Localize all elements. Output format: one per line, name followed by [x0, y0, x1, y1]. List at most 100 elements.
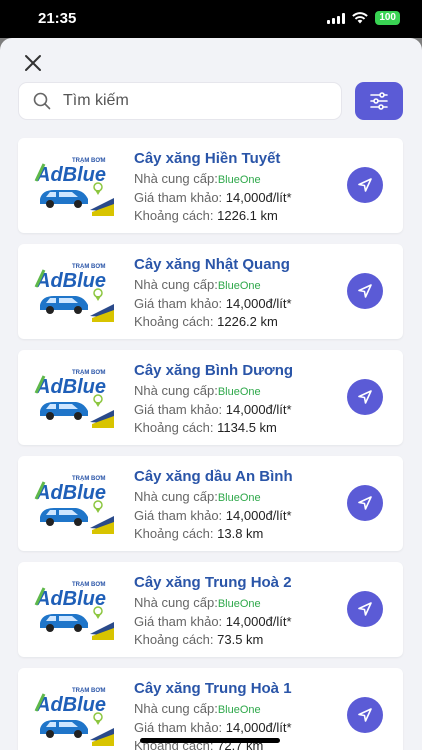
station-card[interactable]: TRẠM BƠM AdBlue Cây xăng Hiền Tuyết Nhà …: [18, 138, 403, 233]
distance-value: 1134.5 km: [217, 420, 277, 435]
adblue-logo: TRẠM BƠM AdBlue: [32, 366, 118, 430]
supplier-value: BlueOne: [217, 704, 261, 716]
price-value: 14,000đ/lít*: [225, 614, 292, 629]
cellular-signal-icon: [327, 12, 346, 24]
price-value: 14,000đ/lít*: [225, 508, 292, 523]
distance-row: Khoảng cách: 13.8 km: [134, 525, 293, 543]
station-name: Cây xăng Bình Dương: [134, 362, 294, 379]
supplier-row: Nhà cung cấp:BlueOne: [134, 170, 292, 189]
supplier-value: BlueOne: [217, 492, 261, 504]
distance-label: Khoảng cách:: [134, 526, 214, 541]
price-label: Giá tham khảo:: [134, 614, 223, 629]
supplier-label: Nhà cung cấp:: [134, 171, 218, 186]
adblue-logo: TRẠM BƠM AdBlue: [32, 260, 118, 324]
supplier-label: Nhà cung cấp:: [134, 277, 218, 292]
close-icon: [25, 55, 41, 71]
price-label: Giá tham khảo:: [134, 720, 223, 735]
supplier-value: BlueOne: [217, 598, 261, 610]
directions-button[interactable]: [347, 379, 383, 415]
logo-brand-text: AdBlue: [35, 694, 106, 716]
supplier-row: Nhà cung cấp:BlueOne: [134, 488, 293, 507]
directions-button[interactable]: [347, 591, 383, 627]
distance-row: Khoảng cách: 1226.1 km: [134, 207, 292, 225]
wifi-icon: [352, 12, 369, 24]
filter-button[interactable]: [355, 82, 403, 120]
directions-button[interactable]: [347, 485, 383, 521]
logo-brand-text: AdBlue: [35, 482, 106, 504]
price-row: Giá tham khảo: 14,000đ/lít*: [134, 295, 292, 313]
directions-button[interactable]: [347, 697, 383, 733]
station-name: Cây xăng Hiền Tuyết: [134, 150, 281, 167]
distance-value: 73.5 km: [217, 632, 264, 647]
station-card[interactable]: TRẠM BƠM AdBlue Cây xăng Bình Dương Nhà …: [18, 350, 403, 445]
distance-row: Khoảng cách: 1134.5 km: [134, 419, 293, 437]
logo-brand-text: AdBlue: [35, 588, 106, 610]
distance-row: Khoảng cách: 1226.2 km: [134, 313, 292, 331]
price-value: 14,000đ/lít*: [225, 402, 292, 417]
close-button[interactable]: [22, 52, 44, 74]
directions-button[interactable]: [347, 273, 383, 309]
station-card[interactable]: TRẠM BƠM AdBlue Cây xăng dầu An Bình Nhà…: [18, 456, 403, 551]
adblue-logo: TRẠM BƠM AdBlue: [32, 684, 118, 748]
logo-brand-text: AdBlue: [35, 270, 106, 292]
price-row: Giá tham khảo: 14,000đ/lít*: [134, 613, 292, 631]
navigation-arrow-icon: [358, 708, 372, 722]
search-icon: [33, 92, 51, 110]
station-info: Cây xăng Bình Dương Nhà cung cấp:BlueOne…: [134, 362, 293, 437]
distance-label: Khoảng cách:: [134, 420, 214, 435]
logo-brand-text: AdBlue: [35, 164, 106, 186]
price-value: 14,000đ/lít*: [225, 296, 292, 311]
station-list-sheet: TRẠM BƠM AdBlue Cây xăng Hiền Tuyết Nhà …: [0, 38, 422, 750]
station-info: Cây xăng Nhật Quang Nhà cung cấp:BlueOne…: [134, 256, 292, 331]
supplier-row: Nhà cung cấp:BlueOne: [134, 276, 292, 295]
navigation-arrow-icon: [358, 602, 372, 616]
supplier-label: Nhà cung cấp:: [134, 383, 218, 398]
logo-brand-text: AdBlue: [35, 376, 106, 398]
station-card[interactable]: TRẠM BƠM AdBlue Cây xăng Nhật Quang Nhà …: [18, 244, 403, 339]
supplier-value: BlueOne: [217, 386, 261, 398]
supplier-row: Nhà cung cấp:BlueOne: [134, 382, 293, 401]
home-indicator: [140, 738, 280, 743]
supplier-label: Nhà cung cấp:: [134, 489, 218, 504]
price-label: Giá tham khảo:: [134, 296, 223, 311]
distance-label: Khoảng cách:: [134, 314, 214, 329]
directions-button[interactable]: [347, 167, 383, 203]
search-input[interactable]: [61, 91, 315, 111]
search-bar[interactable]: [18, 82, 342, 120]
status-time: 21:35: [38, 10, 77, 27]
distance-label: Khoảng cách:: [134, 632, 214, 647]
station-info: Cây xăng Hiền Tuyết Nhà cung cấp:BlueOne…: [134, 150, 292, 225]
battery-icon: 100: [375, 11, 400, 25]
price-row: Giá tham khảo: 14,000đ/lít*: [134, 189, 292, 207]
navigation-arrow-icon: [358, 496, 372, 510]
price-label: Giá tham khảo:: [134, 190, 223, 205]
filter-sliders-icon: [370, 92, 388, 110]
distance-row: Khoảng cách: 73.5 km: [134, 631, 292, 649]
distance-value: 1226.2 km: [217, 314, 278, 329]
price-value: 14,000đ/lít*: [225, 720, 292, 735]
price-row: Giá tham khảo: 14,000đ/lít*: [134, 401, 293, 419]
station-list: TRẠM BƠM AdBlue Cây xăng Hiền Tuyết Nhà …: [18, 138, 403, 750]
navigation-arrow-icon: [358, 178, 372, 192]
station-info: Cây xăng dầu An Bình Nhà cung cấp:BlueOn…: [134, 468, 293, 543]
station-name: Cây xăng Trung Hoà 2: [134, 574, 292, 591]
adblue-logo: TRẠM BƠM AdBlue: [32, 472, 118, 536]
station-name: Cây xăng dầu An Bình: [134, 468, 293, 485]
price-label: Giá tham khảo:: [134, 508, 223, 523]
adblue-logo: TRẠM BƠM AdBlue: [32, 578, 118, 642]
station-name: Cây xăng Nhật Quang: [134, 256, 290, 273]
price-label: Giá tham khảo:: [134, 402, 223, 417]
navigation-arrow-icon: [358, 390, 372, 404]
distance-label: Khoảng cách:: [134, 208, 214, 223]
supplier-label: Nhà cung cấp:: [134, 595, 218, 610]
supplier-value: BlueOne: [217, 280, 261, 292]
navigation-arrow-icon: [358, 284, 372, 298]
station-card[interactable]: TRẠM BƠM AdBlue Cây xăng Trung Hoà 2 Nhà…: [18, 562, 403, 657]
supplier-row: Nhà cung cấp:BlueOne: [134, 594, 292, 613]
price-row: Giá tham khảo: 14,000đ/lít*: [134, 719, 292, 737]
station-name: Cây xăng Trung Hoà 1: [134, 680, 292, 697]
price-value: 14,000đ/lít*: [225, 190, 292, 205]
supplier-row: Nhà cung cấp:BlueOne: [134, 700, 292, 719]
price-row: Giá tham khảo: 14,000đ/lít*: [134, 507, 293, 525]
supplier-label: Nhà cung cấp:: [134, 701, 218, 716]
